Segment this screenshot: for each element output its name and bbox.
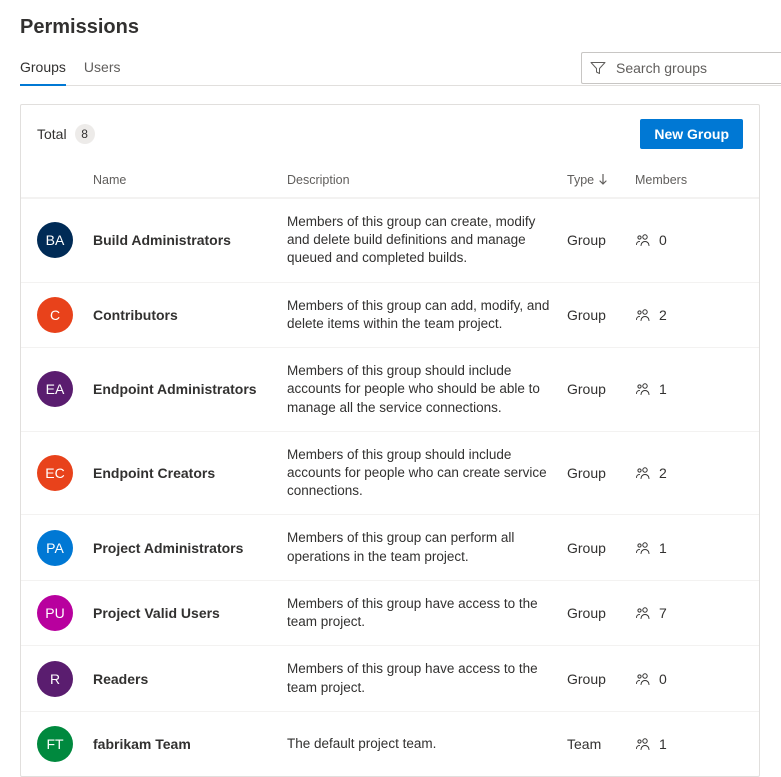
- group-description: Members of this group should include acc…: [287, 446, 567, 501]
- group-type: Group: [567, 465, 635, 481]
- group-name[interactable]: Endpoint Administrators: [93, 381, 287, 397]
- col-type-header[interactable]: Type: [567, 173, 635, 187]
- tab-groups[interactable]: Groups: [20, 51, 66, 85]
- search-box[interactable]: [581, 52, 781, 84]
- table-row[interactable]: PA Project AdministratorsMembers of this …: [21, 514, 759, 579]
- group-description: Members of this group can add, modify, a…: [287, 297, 567, 333]
- members-count: 1: [659, 540, 667, 556]
- group-members: 1: [635, 736, 755, 752]
- members-icon: [635, 307, 651, 323]
- group-description: The default project team.: [287, 735, 567, 753]
- group-type: Group: [567, 671, 635, 687]
- members-icon: [635, 736, 651, 752]
- group-description: Members of this group can perform all op…: [287, 529, 567, 565]
- group-description: Members of this group can create, modify…: [287, 213, 567, 268]
- table-row[interactable]: C ContributorsMembers of this group can a…: [21, 282, 759, 347]
- total-wrap: Total 8: [37, 124, 95, 144]
- members-count: 0: [659, 232, 667, 248]
- page-title: Permissions: [20, 16, 781, 39]
- group-members: 7: [635, 605, 755, 621]
- members-count: 1: [659, 381, 667, 397]
- group-type: Group: [567, 605, 635, 621]
- group-name[interactable]: Project Valid Users: [93, 605, 287, 621]
- members-count: 7: [659, 605, 667, 621]
- avatar: R: [37, 661, 73, 697]
- group-name[interactable]: Readers: [93, 671, 287, 687]
- members-count: 2: [659, 465, 667, 481]
- table-row[interactable]: R ReadersMembers of this group have acces…: [21, 645, 759, 710]
- sort-desc-icon: [598, 174, 608, 186]
- tab-users[interactable]: Users: [84, 51, 121, 85]
- group-name[interactable]: Contributors: [93, 307, 287, 323]
- members-icon: [635, 671, 651, 687]
- members-icon: [635, 540, 651, 556]
- col-description-header[interactable]: Description: [287, 173, 567, 187]
- col-name-header[interactable]: Name: [93, 173, 287, 187]
- group-members: 2: [635, 465, 755, 481]
- table-row[interactable]: FT fabrikam TeamThe default project team.…: [21, 711, 759, 776]
- avatar: PU: [37, 595, 73, 631]
- groups-card: Total 8 New Group Name Description Type …: [20, 104, 760, 777]
- table-row[interactable]: EC Endpoint CreatorsMembers of this group…: [21, 431, 759, 515]
- new-group-button[interactable]: New Group: [640, 119, 743, 149]
- members-icon: [635, 381, 651, 397]
- avatar: EA: [37, 371, 73, 407]
- members-icon: [635, 465, 651, 481]
- group-name[interactable]: Project Administrators: [93, 540, 287, 556]
- group-members: 0: [635, 671, 755, 687]
- avatar: BA: [37, 222, 73, 258]
- search-wrap: [581, 52, 781, 84]
- avatar: FT: [37, 726, 73, 762]
- card-header: Total 8 New Group: [21, 105, 759, 163]
- table-body: BABuild AdministratorsMembers of this gr…: [21, 198, 759, 776]
- group-name[interactable]: Build Administrators: [93, 232, 287, 248]
- tabs-and-search-row: Groups Users: [20, 51, 781, 86]
- group-name[interactable]: Endpoint Creators: [93, 465, 287, 481]
- group-description: Members of this group have access to the…: [287, 595, 567, 631]
- group-type: Group: [567, 540, 635, 556]
- members-count: 0: [659, 671, 667, 687]
- members-icon: [635, 232, 651, 248]
- table-header: Name Description Type Members: [21, 163, 759, 198]
- total-count-badge: 8: [75, 124, 95, 144]
- group-members: 2: [635, 307, 755, 323]
- group-members: 1: [635, 540, 755, 556]
- group-members: 1: [635, 381, 755, 397]
- group-description: Members of this group should include acc…: [287, 362, 567, 417]
- group-description: Members of this group have access to the…: [287, 660, 567, 696]
- group-type: Group: [567, 381, 635, 397]
- avatar: EC: [37, 455, 73, 491]
- total-label: Total: [37, 126, 67, 142]
- group-type: Team: [567, 736, 635, 752]
- group-type: Group: [567, 307, 635, 323]
- group-type: Group: [567, 232, 635, 248]
- group-name[interactable]: fabrikam Team: [93, 736, 287, 752]
- filter-icon: [590, 60, 606, 76]
- col-members-header[interactable]: Members: [635, 173, 755, 187]
- table-row[interactable]: EA Endpoint AdministratorsMembers of this…: [21, 347, 759, 431]
- group-members: 0: [635, 232, 755, 248]
- search-input[interactable]: [614, 59, 773, 77]
- avatar: PA: [37, 530, 73, 566]
- col-type-label: Type: [567, 173, 594, 187]
- members-icon: [635, 605, 651, 621]
- tabs: Groups Users: [20, 51, 120, 85]
- table-row[interactable]: PU Project Valid UsersMembers of this gro…: [21, 580, 759, 645]
- avatar: C: [37, 297, 73, 333]
- members-count: 2: [659, 307, 667, 323]
- members-count: 1: [659, 736, 667, 752]
- table-row[interactable]: BA Build AdministratorsMembers of this gr…: [21, 198, 759, 282]
